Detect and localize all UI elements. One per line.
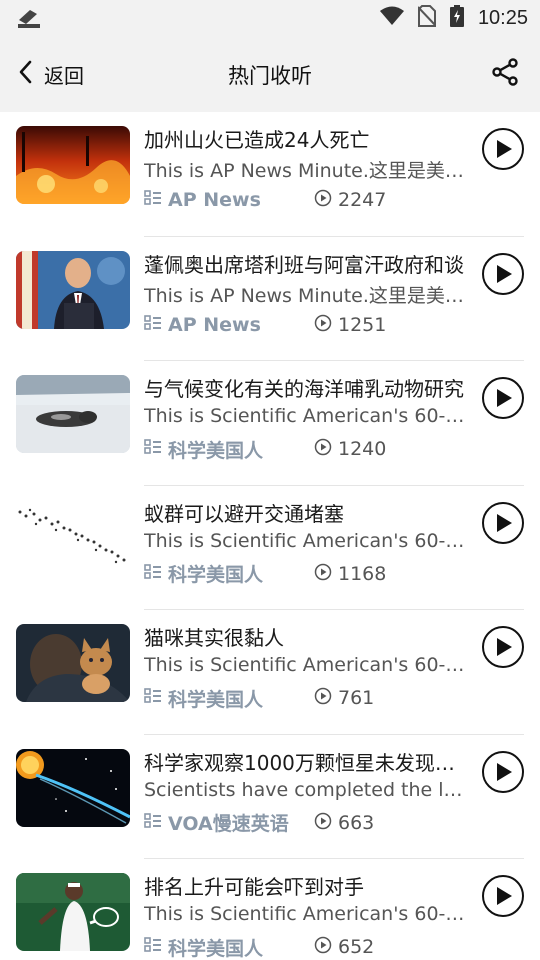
thumbnail-seal-on-ice — [16, 375, 130, 453]
play-count: 1168 — [314, 563, 386, 585]
item-description: This is AP News Minute.这里是美联社新闻 — [144, 284, 474, 307]
item-source[interactable]: AP News — [144, 189, 314, 211]
source-list-icon — [144, 812, 162, 833]
source-list-icon — [144, 937, 162, 957]
status-bar: 10:25 — [0, 0, 540, 36]
list-item[interactable]: 科学家观察1000万颗恒星未发现外星文明 Scientists have com… — [0, 735, 540, 859]
play-count-icon — [314, 438, 332, 460]
item-source[interactable]: 科学美国人 — [144, 934, 314, 960]
source-name: 科学美国人 — [168, 564, 264, 586]
item-title: 与气候变化有关的海洋哺乳动物研究 — [144, 377, 464, 401]
app-notification-icon — [16, 6, 42, 30]
play-count-icon — [314, 563, 332, 585]
item-title: 排名上升可能会吓到对手 — [144, 875, 364, 899]
play-icon — [497, 140, 512, 158]
play-icon — [497, 762, 512, 781]
list-item[interactable]: 猫咪其实很黏人 This is Scientific American's 60… — [0, 610, 540, 735]
play-count: 652 — [314, 936, 374, 958]
thumbnail-press-conference — [16, 250, 130, 329]
thumbnail-tennis-player — [16, 873, 130, 951]
thumbnail-wildfire — [16, 126, 130, 204]
play-count: 1240 — [314, 438, 386, 460]
play-icon — [497, 887, 512, 905]
play-button[interactable] — [482, 875, 524, 917]
play-count-value: 1240 — [338, 438, 387, 460]
play-count: 761 — [314, 687, 374, 709]
play-icon — [497, 513, 512, 532]
source-list-icon — [144, 190, 162, 210]
item-title: 蓬佩奥出席塔利班与阿富汗政府和谈 — [144, 252, 464, 277]
item-description: This is AP News Minute.这里是美联社新闻 — [144, 160, 474, 182]
play-count: 1251 — [314, 314, 386, 336]
share-icon — [492, 58, 518, 86]
play-button[interactable] — [482, 377, 524, 419]
battery-charging-icon — [449, 5, 464, 31]
play-count: 663 — [314, 812, 374, 834]
thumbnail-ant-trail — [16, 499, 130, 578]
thumbnail-cat-on-shoulder — [16, 624, 130, 702]
item-description: This is Scientific American's 60-second … — [144, 405, 474, 427]
list-item[interactable]: 与气候变化有关的海洋哺乳动物研究 This is Scientific Amer… — [0, 361, 540, 486]
page-title: 热门收听 — [228, 64, 312, 88]
play-button[interactable] — [482, 750, 524, 793]
play-button[interactable] — [482, 128, 524, 170]
play-icon — [497, 264, 512, 283]
list-item[interactable]: 加州山火已造成24人死亡 This is AP News Minute.这里是美… — [0, 112, 540, 237]
source-name: VOA慢速英语 — [168, 813, 289, 835]
thumbnail-space-signal — [16, 748, 130, 827]
play-icon — [497, 638, 512, 656]
item-description: This is Scientific American's 60-second … — [144, 529, 474, 552]
source-list-icon — [144, 314, 162, 335]
play-count-value: 1251 — [338, 313, 387, 336]
play-count-value: 1168 — [338, 562, 387, 585]
source-list-icon — [144, 439, 162, 459]
play-count-value: 761 — [338, 687, 375, 709]
item-description: This is Scientific American's 60-second … — [144, 903, 474, 925]
list-item[interactable]: 蓬佩奥出席塔利班与阿富汗政府和谈 This is AP News Minute.… — [0, 237, 540, 361]
play-count-value: 663 — [338, 811, 375, 834]
list-item[interactable]: 排名上升可能会吓到对手 This is Scientific American'… — [0, 859, 540, 960]
play-count-value: 652 — [338, 936, 375, 958]
play-button[interactable] — [482, 626, 524, 668]
item-source[interactable]: 科学美国人 — [144, 436, 314, 463]
episode-list: 加州山火已造成24人死亡 This is AP News Minute.这里是美… — [0, 112, 540, 960]
source-name: AP News — [168, 189, 261, 211]
play-icon — [497, 389, 512, 407]
item-title: 科学家观察1000万颗恒星未发现外星文明 — [144, 750, 474, 775]
play-count: 2247 — [314, 189, 386, 211]
item-source[interactable]: VOA慢速英语 — [144, 809, 314, 836]
item-title: 加州山火已造成24人死亡 — [144, 128, 370, 152]
source-name: 科学美国人 — [168, 439, 264, 462]
item-description: This is Scientific American's 60-second … — [144, 654, 474, 676]
item-title: 猫咪其实很黏人 — [144, 626, 284, 650]
wifi-icon — [379, 6, 404, 30]
play-count-icon — [314, 812, 332, 834]
source-name: AP News — [168, 313, 261, 336]
item-source[interactable]: 科学美国人 — [144, 685, 314, 712]
status-time: 10:25 — [477, 6, 528, 29]
play-count-icon — [314, 687, 332, 709]
source-name: 科学美国人 — [168, 937, 264, 960]
list-item[interactable]: 蚁群可以避开交通堵塞 This is Scientific American's… — [0, 486, 540, 610]
source-list-icon — [144, 563, 162, 584]
source-name: 科学美国人 — [168, 688, 264, 711]
share-button[interactable] — [492, 58, 520, 86]
play-button[interactable] — [482, 252, 524, 295]
play-count-icon — [314, 189, 332, 211]
play-count-icon — [314, 936, 332, 958]
play-count-value: 2247 — [338, 189, 387, 211]
item-source[interactable]: 科学美国人 — [144, 560, 314, 587]
no-sim-icon — [417, 5, 437, 31]
source-list-icon — [144, 688, 162, 708]
play-count-icon — [314, 314, 332, 336]
app-header: 返回 热门收听 — [0, 36, 540, 112]
item-source[interactable]: AP News — [144, 314, 314, 336]
play-button[interactable] — [482, 501, 524, 544]
item-description: Scientists have completed the largest se… — [144, 778, 474, 801]
item-title: 蚁群可以避开交通堵塞 — [144, 501, 344, 526]
